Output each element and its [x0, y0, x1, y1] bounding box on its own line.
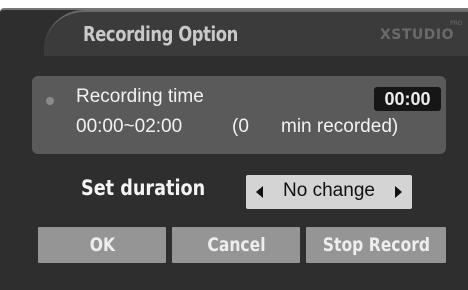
set-duration-label: Set duration	[81, 176, 206, 200]
minutes-recorded-count: (0	[232, 116, 249, 137]
cancel-button-label: Cancel	[206, 234, 266, 256]
ok-button-label: OK	[89, 234, 115, 256]
brand-logo: XSTUDIO	[380, 27, 455, 43]
elapsed-time-display: 00:00	[374, 87, 441, 111]
minutes-recorded-suffix: min recorded)	[281, 116, 399, 137]
duration-selector[interactable]: No change	[246, 175, 412, 209]
recording-time-label: Recording time	[76, 86, 204, 107]
cancel-button[interactable]: Cancel	[172, 227, 300, 263]
brand-logo-sup: PRO	[450, 20, 463, 27]
arrow-right-icon[interactable]	[395, 186, 402, 198]
stop-record-button-label: Stop Record	[322, 234, 430, 256]
stop-record-button[interactable]: Stop Record	[306, 227, 446, 263]
recording-range: 00:00~02:00	[76, 116, 183, 137]
duration-value: No change	[283, 180, 375, 201]
ok-button[interactable]: OK	[38, 227, 166, 263]
dialog-title: Recording Option	[83, 22, 238, 46]
bullet-icon	[46, 97, 54, 105]
